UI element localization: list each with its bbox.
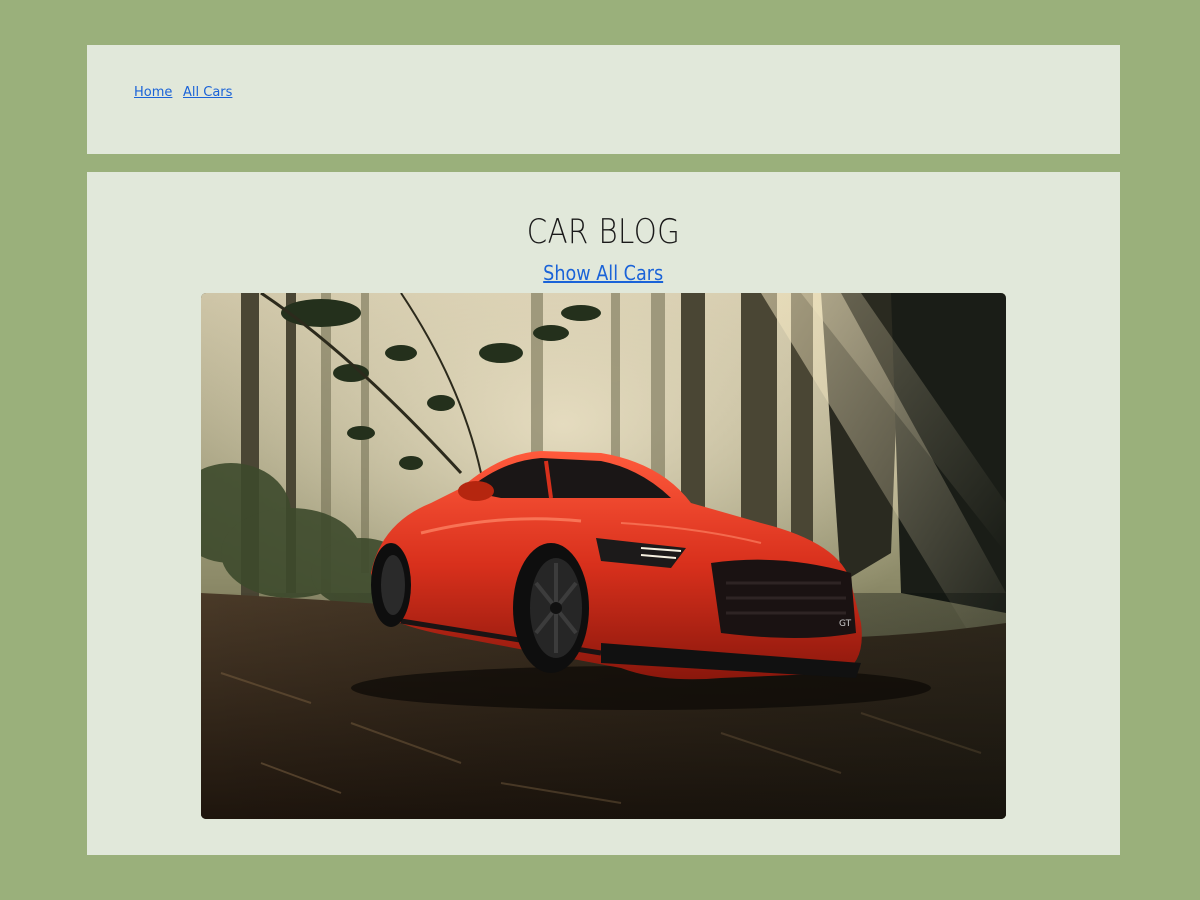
car-photo-illustration: GT [201, 293, 1006, 819]
top-nav-panel: Home All Cars [87, 45, 1120, 154]
show-all-cars-link[interactable]: Show All Cars [544, 261, 664, 285]
front-wheel [513, 543, 589, 673]
nav-link-home[interactable]: Home [134, 85, 172, 100]
show-all-cars-link-wrap: Show All Cars [87, 261, 1120, 285]
rear-wheel [371, 543, 411, 627]
nav-link-all-cars[interactable]: All Cars [183, 85, 232, 100]
main-content-panel: CAR BLOG Show All Cars GT [87, 172, 1120, 855]
page-title: CAR BLOG [526, 212, 681, 252]
hero-car-image: GT [201, 293, 1006, 819]
gt-badge-icon: GT [839, 619, 852, 629]
